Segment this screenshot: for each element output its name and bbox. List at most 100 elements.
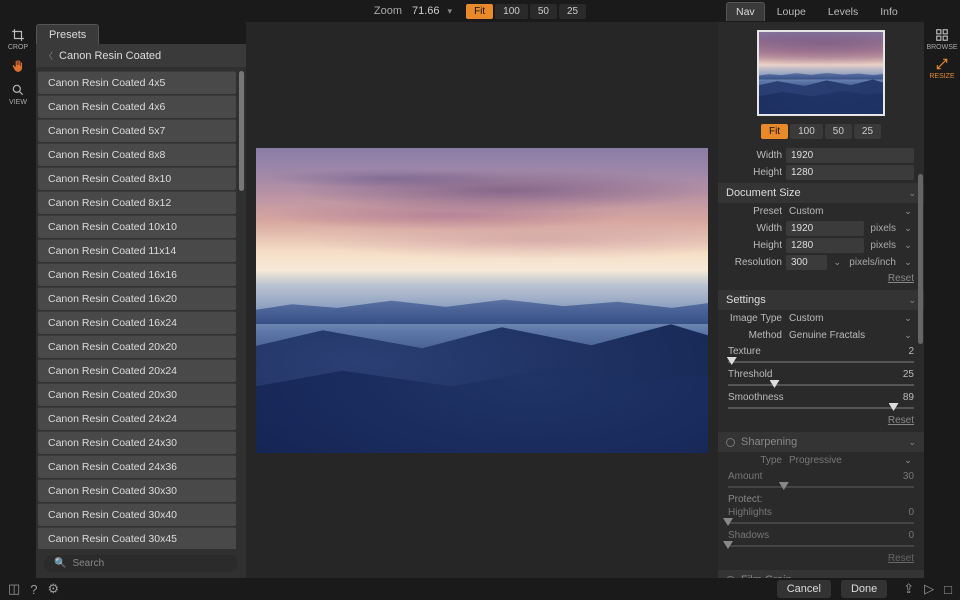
preset-item[interactable]: Canon Resin Coated 8x8 bbox=[38, 143, 236, 166]
doc-width-unit[interactable]: pixels bbox=[868, 223, 898, 234]
method-value[interactable]: Genuine Fractals bbox=[786, 328, 898, 343]
dual-view-icon[interactable]: ◫ bbox=[8, 581, 20, 597]
doc-height-field[interactable]: 1280 bbox=[786, 238, 864, 253]
tab-levels[interactable]: Levels bbox=[818, 2, 868, 21]
dims-height-label: Height bbox=[724, 167, 782, 178]
section-settings[interactable]: Settings ⌄ bbox=[718, 290, 924, 310]
sharp-amount-slider[interactable]: Amount 30 bbox=[718, 469, 924, 492]
preset-value[interactable]: Custom bbox=[786, 204, 898, 219]
prev-icon[interactable]: ▷ bbox=[924, 581, 934, 597]
doc-width-field[interactable]: 1920 bbox=[786, 221, 864, 236]
zoom-fit-button[interactable]: Fit bbox=[466, 4, 493, 19]
tab-loupe[interactable]: Loupe bbox=[767, 2, 816, 21]
main-image bbox=[256, 148, 708, 453]
preset-item[interactable]: Canon Resin Coated 24x36 bbox=[38, 455, 236, 478]
doc-res-unit[interactable]: pixels/inch bbox=[847, 257, 898, 268]
preset-item[interactable]: Canon Resin Coated 4x6 bbox=[38, 95, 236, 118]
preset-item[interactable]: Canon Resin Coated 8x10 bbox=[38, 167, 236, 190]
preset-item[interactable]: Canon Resin Coated 30x40 bbox=[38, 503, 236, 526]
zoom-100-button[interactable]: 100 bbox=[495, 4, 528, 19]
resize-tool[interactable]: RESIZE bbox=[924, 57, 960, 80]
doc-height-label: Height bbox=[724, 240, 782, 251]
nav-zoom-50[interactable]: 50 bbox=[825, 124, 852, 139]
sharp-shadows-slider[interactable]: Shadows0 bbox=[718, 528, 924, 551]
texture-slider[interactable]: Texture2 bbox=[718, 344, 924, 367]
preset-item[interactable]: Canon Resin Coated 24x24 bbox=[38, 407, 236, 430]
sharp-amount-value: 30 bbox=[903, 471, 914, 482]
next-icon[interactable]: □ bbox=[944, 582, 952, 597]
zoom-25-button[interactable]: 25 bbox=[559, 4, 586, 19]
browse-tool[interactable]: BROWSE bbox=[924, 28, 960, 51]
preset-item[interactable]: Canon Resin Coated 10x10 bbox=[38, 215, 236, 238]
preset-item[interactable]: Canon Resin Coated 20x30 bbox=[38, 383, 236, 406]
tab-nav[interactable]: Nav bbox=[726, 2, 765, 21]
chevron-down-icon: ⌄ bbox=[908, 295, 916, 306]
doc-res-unit-dd[interactable]: ⌄ bbox=[902, 257, 914, 268]
preset-item[interactable]: Canon Resin Coated 30x45 bbox=[38, 527, 236, 549]
crop-icon bbox=[0, 28, 36, 42]
doc-res-lock-dd[interactable]: ⌄ bbox=[831, 257, 843, 268]
preset-item[interactable]: Canon Resin Coated 20x20 bbox=[38, 335, 236, 358]
preset-item[interactable]: Canon Resin Coated 8x12 bbox=[38, 191, 236, 214]
chevron-down-icon: ⌄ bbox=[908, 437, 916, 448]
preset-item[interactable]: Canon Resin Coated 16x20 bbox=[38, 287, 236, 310]
presets-back-header[interactable]: 〈 Canon Resin Coated bbox=[36, 44, 246, 67]
imgtype-dd[interactable]: ⌄ bbox=[902, 313, 914, 324]
nav-zoom-25[interactable]: 25 bbox=[854, 124, 881, 139]
doc-res-field[interactable]: 300 bbox=[786, 255, 827, 270]
preset-item[interactable]: Canon Resin Coated 16x16 bbox=[38, 263, 236, 286]
section-document-size[interactable]: Document Size ⌄ bbox=[718, 183, 924, 203]
preset-dropdown-icon[interactable]: ⌄ bbox=[902, 206, 914, 217]
tab-info[interactable]: Info bbox=[870, 2, 908, 21]
help-icon[interactable]: ? bbox=[30, 582, 37, 597]
doc-height-unit-dd[interactable]: ⌄ bbox=[902, 240, 914, 251]
pan-tool[interactable] bbox=[0, 59, 36, 75]
dims-height-field[interactable]: 1280 bbox=[786, 165, 914, 180]
section-sharpening[interactable]: Sharpening ⌄ bbox=[718, 432, 924, 452]
sharpening-reset[interactable]: Reset bbox=[718, 551, 924, 568]
preset-item[interactable]: Canon Resin Coated 20x24 bbox=[38, 359, 236, 382]
canvas-area[interactable] bbox=[246, 22, 718, 578]
preset-item[interactable]: Canon Resin Coated 11x14 bbox=[38, 239, 236, 262]
settings-reset[interactable]: Reset bbox=[718, 413, 924, 430]
crop-tool[interactable]: CROP bbox=[0, 28, 36, 51]
zoom-dropdown-caret[interactable]: ▾ bbox=[448, 6, 453, 17]
threshold-slider[interactable]: Threshold25 bbox=[718, 367, 924, 390]
preset-scroll[interactable]: Canon Resin Coated 4x5Canon Resin Coated… bbox=[36, 67, 246, 549]
preset-scrollbar-thumb[interactable] bbox=[239, 71, 244, 191]
sharp-amount-label: Amount bbox=[728, 471, 762, 482]
inspector-scrollbar-thumb[interactable] bbox=[918, 174, 923, 344]
gear-icon[interactable]: ⚙ bbox=[48, 581, 60, 597]
section-film-grain[interactable]: Film Grain ⌄ bbox=[718, 570, 924, 578]
zoom-label: Zoom bbox=[374, 5, 402, 17]
enable-ring-icon[interactable] bbox=[726, 438, 735, 447]
doc-width-unit-dd[interactable]: ⌄ bbox=[902, 223, 914, 234]
doc-height-unit[interactable]: pixels bbox=[868, 240, 898, 251]
preset-item[interactable]: Canon Resin Coated 5x7 bbox=[38, 119, 236, 142]
nav-zoom-100[interactable]: 100 bbox=[790, 124, 823, 139]
chevron-left-icon: 〈 bbox=[44, 49, 53, 62]
share-icon[interactable]: ⇪ bbox=[903, 581, 914, 597]
done-button[interactable]: Done bbox=[841, 580, 887, 598]
preset-item[interactable]: Canon Resin Coated 4x5 bbox=[38, 71, 236, 94]
cancel-button[interactable]: Cancel bbox=[777, 580, 831, 598]
dims-width-field[interactable]: 1920 bbox=[786, 148, 914, 163]
doc-width-label: Width bbox=[724, 223, 782, 234]
imgtype-value[interactable]: Custom bbox=[786, 311, 898, 326]
sharp-type-dd[interactable]: ⌄ bbox=[902, 455, 914, 466]
preset-item[interactable]: Canon Resin Coated 30x30 bbox=[38, 479, 236, 502]
view-tool[interactable]: VIEW bbox=[0, 83, 36, 106]
method-dd[interactable]: ⌄ bbox=[902, 330, 914, 341]
nav-thumbnail[interactable] bbox=[757, 30, 885, 116]
sharp-highlights-slider[interactable]: Highlights0 bbox=[718, 505, 924, 528]
doc-size-reset[interactable]: Reset bbox=[718, 271, 924, 288]
zoom-50-button[interactable]: 50 bbox=[530, 4, 557, 19]
smoothness-slider[interactable]: Smoothness89 bbox=[718, 390, 924, 413]
preset-search-input[interactable]: 🔍 Search bbox=[44, 555, 238, 572]
preset-item[interactable]: Canon Resin Coated 16x24 bbox=[38, 311, 236, 334]
sharp-type-value[interactable]: Progressive bbox=[786, 453, 898, 468]
nav-zoom-fit[interactable]: Fit bbox=[761, 124, 788, 139]
tab-presets[interactable]: Presets bbox=[36, 24, 99, 44]
preset-item[interactable]: Canon Resin Coated 24x30 bbox=[38, 431, 236, 454]
zoom-value[interactable]: 71.66 bbox=[412, 5, 440, 17]
